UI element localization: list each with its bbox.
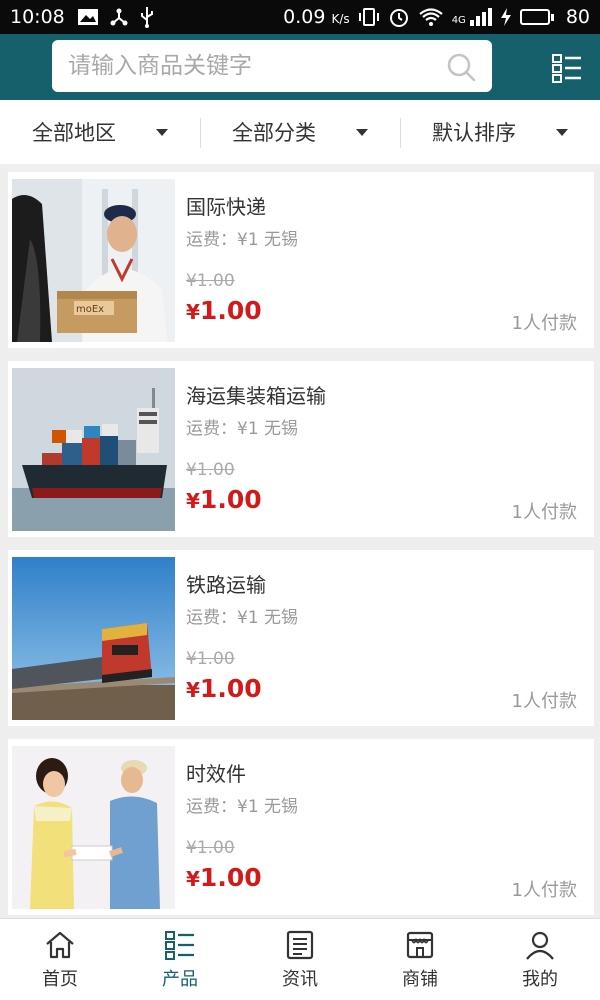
product-title[interactable]: 国际快递 <box>186 191 266 220</box>
search-bar[interactable] <box>52 40 492 92</box>
wifi-icon <box>418 8 443 26</box>
filter-label: 全部分类 <box>232 121 316 145</box>
nav-item-profile[interactable]: 我的 <box>480 919 600 1000</box>
container-ship-photo[interactable] <box>12 368 175 531</box>
product-sales-count: 1人付款 <box>511 691 577 712</box>
vibrate-icon <box>358 8 379 26</box>
product-shipping: 运费：¥1 无锡 <box>186 608 299 628</box>
courier-photo[interactable]: moEx <box>12 179 175 342</box>
charging-icon <box>500 8 511 26</box>
usb-icon <box>140 7 153 28</box>
nav-item-products[interactable]: 产品 <box>120 919 240 1000</box>
nav-item-home[interactable]: 首页 <box>0 919 120 1000</box>
product-card[interactable]: 海运集装箱运输 运费：¥1 无锡 ¥1.00 ¥1.00 1人付款 <box>8 361 594 537</box>
product-original-price: ¥1.00 <box>186 271 235 291</box>
caret-down-icon <box>156 128 168 136</box>
svg-text:moEx: moEx <box>76 304 104 315</box>
caret-down-icon <box>556 128 568 136</box>
store-icon <box>406 931 434 959</box>
filter-region[interactable]: 全部地区 <box>0 100 200 164</box>
cellular-signal: 4G <box>452 8 492 26</box>
alarm-icon <box>389 9 408 27</box>
filter-bar: 全部地区 全部分类 默认排序 <box>0 100 600 164</box>
product-original-price: ¥1.00 <box>186 649 235 669</box>
filter-sort[interactable]: 默认排序 <box>400 100 600 164</box>
search-input[interactable] <box>68 40 438 92</box>
nav-label: 资讯 <box>282 969 318 990</box>
product-original-price: ¥1.00 <box>186 460 235 480</box>
product-card[interactable]: 时效件 运费：¥1 无锡 ¥1.00 ¥1.00 1人付款 <box>8 739 594 915</box>
user-icon <box>526 931 554 960</box>
freight-train-photo[interactable] <box>12 557 175 720</box>
product-title[interactable]: 铁路运输 <box>186 569 266 598</box>
nav-label: 我的 <box>522 969 558 990</box>
news-icon <box>286 930 314 960</box>
product-title[interactable]: 时效件 <box>186 758 246 787</box>
status-bar: 10:08 0.09 K/s 4G 80 <box>0 0 600 34</box>
nav-label: 首页 <box>42 969 78 990</box>
product-sales-count: 1人付款 <box>511 313 577 334</box>
nav-item-store[interactable]: 商铺 <box>360 919 480 1000</box>
product-price: ¥1.00 <box>186 296 262 325</box>
filter-label: 默认排序 <box>432 121 516 145</box>
nav-item-news[interactable]: 资讯 <box>240 919 360 1000</box>
list-icon <box>165 931 194 960</box>
caret-down-icon <box>356 128 368 136</box>
product-shipping: 运费：¥1 无锡 <box>186 797 299 817</box>
product-shipping: 运费：¥1 无锡 <box>186 230 299 250</box>
nav-label: 产品 <box>162 969 198 990</box>
filter-label: 全部地区 <box>32 121 116 145</box>
product-original-price: ¥1.00 <box>186 838 235 858</box>
app-header <box>0 34 600 100</box>
network-speed: 0.09 K/s <box>283 6 350 28</box>
share-notification-icon <box>110 8 128 26</box>
search-icon[interactable] <box>446 52 476 82</box>
product-sales-count: 1人付款 <box>511 502 577 523</box>
delivery-handover-photo[interactable] <box>12 746 175 909</box>
nav-label: 商铺 <box>402 969 438 990</box>
product-card[interactable]: moEx 国际快递 运费：¥1 无锡 ¥1.00 ¥1.00 1人付款 <box>8 172 594 348</box>
status-time: 10:08 <box>10 6 65 28</box>
home-icon <box>46 931 74 959</box>
category-menu-icon[interactable] <box>551 52 583 84</box>
product-price: ¥1.00 <box>186 674 262 703</box>
product-title[interactable]: 海运集装箱运输 <box>186 380 326 409</box>
product-shipping: 运费：¥1 无锡 <box>186 419 299 439</box>
battery-icon <box>519 9 554 25</box>
battery-percent: 80 <box>565 6 590 28</box>
filter-category[interactable]: 全部分类 <box>200 100 400 164</box>
product-sales-count: 1人付款 <box>511 880 577 901</box>
product-price: ¥1.00 <box>186 485 262 514</box>
photo-notification-icon <box>77 9 98 25</box>
product-card[interactable]: 铁路运输 运费：¥1 无锡 ¥1.00 ¥1.00 1人付款 <box>8 550 594 726</box>
bottom-nav: 首页 产品 资讯 商铺 我的 <box>0 918 600 1000</box>
product-price: ¥1.00 <box>186 863 262 892</box>
